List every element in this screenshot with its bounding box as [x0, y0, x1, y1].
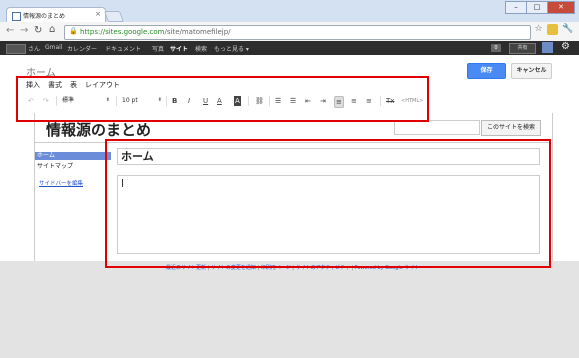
edit-sidebar-link[interactable]: サイドバーを編集 [39, 179, 83, 187]
style-dropdown-value: 標準 [62, 97, 75, 104]
format-toolbar: ↶ ↷ 標準 ⬍ 10 pt ⬍ B I U A A ⛓ ☰ ☰ ⇤ ⇥ ≡ ≡… [20, 93, 425, 110]
gbar-more[interactable]: もっと見る ▾ [214, 44, 249, 53]
gbar-docs[interactable]: ドキュメント [105, 44, 141, 53]
undo-icon[interactable]: ↶ [28, 96, 34, 106]
highlight-color-button[interactable]: A [234, 96, 241, 106]
numbered-list-icon[interactable]: ☰ [275, 96, 281, 106]
site-search-button[interactable]: このサイトを検索 [481, 120, 541, 136]
star-icon[interactable]: ☆ [533, 24, 544, 35]
sidebar-item-home[interactable]: ホーム [35, 152, 111, 160]
share-button[interactable]: 共有 [509, 43, 536, 54]
font-size-dropdown[interactable]: 10 pt ⬍ [122, 95, 162, 106]
footer-subscribe[interactable]: サイトの変更を通知 [211, 265, 256, 271]
gbar-calendar[interactable]: カレンダー [67, 44, 97, 53]
editor-menubar: 挿入 書式 表 レイアウト [26, 80, 120, 90]
home-icon[interactable]: ⌂ [49, 24, 55, 35]
dropdown-arrow-icon: ⬍ [157, 97, 162, 103]
window-controls: – □ ✕ [505, 1, 575, 14]
cancel-button[interactable]: キャンセル [511, 63, 552, 79]
footer-powered[interactable]: Powered by Google サイト [355, 265, 420, 271]
save-button[interactable]: 保存 [467, 63, 506, 79]
dropdown-arrow-icon: ⬍ [105, 97, 110, 103]
page-favicon-icon [12, 12, 21, 21]
outdent-icon[interactable]: ⇤ [305, 96, 311, 106]
reload-icon[interactable]: ↻ [34, 25, 42, 36]
address-bar[interactable]: 🔒 https://sites.google.com/site/matomefi… [64, 25, 531, 40]
text-caret [122, 179, 123, 187]
editing-page-label: ホーム [26, 68, 56, 79]
header-divider [34, 142, 551, 143]
menu-table[interactable]: 表 [70, 80, 77, 90]
sidebar-item-sitemap[interactable]: サイトマップ [37, 161, 73, 170]
page-title-input[interactable]: ホーム [117, 148, 540, 165]
google-bar: さん Gmail カレンダー ドキュメント 写真 サイト 検索 もっと見る ▾ … [0, 41, 579, 55]
wrench-icon[interactable]: 🔧 [562, 24, 573, 35]
url-path: /site/matomefilejp/ [164, 28, 231, 36]
gbar-photos[interactable]: 写真 [152, 44, 164, 53]
indent-icon[interactable]: ⇥ [320, 96, 326, 106]
italic-button[interactable]: I [188, 96, 190, 106]
link-icon[interactable]: ⛓ [255, 96, 264, 106]
gbar-user[interactable]: さん [28, 44, 40, 53]
gbar-gmail[interactable]: Gmail [45, 44, 63, 51]
footer-recent-updates[interactable]: 最近のサイト更新 [166, 265, 206, 271]
html-button[interactable]: <HTML> [401, 96, 423, 106]
close-window-button[interactable]: ✕ [547, 1, 575, 14]
notification-count[interactable]: 0 [491, 44, 501, 52]
menu-layout[interactable]: レイアウト [85, 80, 120, 90]
gear-icon[interactable]: ⚙ [561, 41, 570, 52]
bulleted-list-icon[interactable]: ☰ [290, 96, 296, 106]
back-icon[interactable]: ← [6, 25, 14, 36]
bold-button[interactable]: B [172, 96, 177, 106]
forward-icon[interactable]: → [20, 25, 28, 36]
lock-icon: 🔒 [69, 27, 78, 35]
user-avatar[interactable] [542, 42, 553, 53]
redo-icon[interactable]: ↷ [43, 96, 49, 106]
style-dropdown[interactable]: 標準 ⬍ [62, 95, 110, 106]
align-left-icon[interactable]: ≡ [334, 96, 344, 108]
gbar-search[interactable]: 検索 [195, 44, 207, 53]
footer-activity[interactable]: サイトのアクティビティ [296, 265, 350, 271]
menu-format[interactable]: 書式 [48, 80, 62, 90]
site-search-input[interactable] [394, 120, 480, 135]
font-size-value: 10 pt [122, 97, 138, 104]
tab-close-icon[interactable]: × [95, 10, 101, 18]
underline-button[interactable]: U [203, 96, 208, 106]
content-editor[interactable] [117, 175, 540, 254]
tab-title: 情報源のまとめ [23, 13, 66, 20]
align-right-icon[interactable]: ≡ [366, 96, 372, 106]
user-avatar-small [6, 44, 26, 54]
page-background [0, 261, 579, 358]
text-color-button[interactable]: A [217, 96, 222, 106]
url-host: https://sites.google.com [80, 28, 165, 36]
gbar-sites[interactable]: サイト [170, 44, 188, 53]
extension-icon[interactable] [547, 24, 558, 35]
footer-print[interactable]: 印刷用ページ [261, 265, 291, 271]
menu-insert[interactable]: 挿入 [26, 80, 40, 90]
site-title: 情報源のまとめ [46, 121, 152, 139]
footer-links: 最近のサイト更新 | サイトの変更を通知 | 印刷用ページ | サイトのアクティ… [166, 265, 420, 271]
align-center-icon[interactable]: ≡ [351, 96, 357, 106]
minimize-button[interactable]: – [505, 1, 527, 14]
clear-format-icon[interactable]: Tx [386, 96, 394, 106]
maximize-button[interactable]: □ [526, 1, 548, 14]
